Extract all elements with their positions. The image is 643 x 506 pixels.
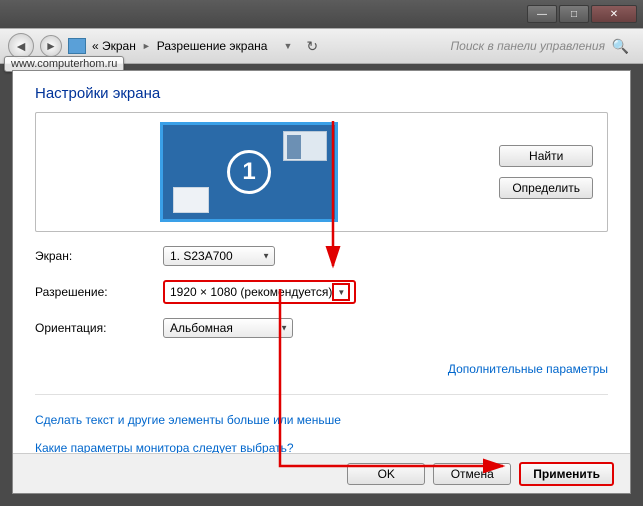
search-icon[interactable]: 🔍 bbox=[612, 38, 629, 55]
find-button[interactable]: Найти bbox=[499, 145, 593, 167]
control-panel-icon bbox=[68, 38, 86, 54]
search-input[interactable]: Поиск в панели управления bbox=[450, 39, 635, 53]
close-button[interactable]: ✕ bbox=[591, 5, 637, 23]
window-titlebar: — □ ✕ bbox=[0, 0, 643, 28]
apply-button[interactable]: Применить bbox=[519, 462, 614, 486]
monitor-number-badge: 1 bbox=[227, 150, 271, 194]
chevron-down-icon[interactable]: ▼ bbox=[332, 283, 350, 301]
breadcrumb-dropdown-icon[interactable]: ▼ bbox=[283, 41, 292, 51]
minimize-icon: — bbox=[537, 9, 547, 20]
breadcrumb-segment-resolution[interactable]: Разрешение экрана bbox=[157, 39, 268, 53]
cancel-button[interactable]: Отмена bbox=[433, 463, 511, 485]
nav-forward-button[interactable]: ► bbox=[40, 35, 62, 57]
monitor-preview[interactable]: 1 bbox=[160, 122, 338, 222]
arrow-left-icon: ◄ bbox=[14, 38, 28, 54]
resolution-label: Разрешение: bbox=[35, 285, 163, 299]
orientation-label: Ориентация: bbox=[35, 321, 163, 335]
breadcrumb-segment-screen[interactable]: « Экран bbox=[92, 39, 136, 53]
maximize-icon: □ bbox=[571, 9, 577, 20]
chevron-down-icon: ▼ bbox=[262, 252, 270, 261]
text-size-link[interactable]: Сделать текст и другие элементы больше и… bbox=[35, 413, 341, 427]
screen-label: Экран: bbox=[35, 249, 163, 263]
screen-combobox[interactable]: 1. S23A700 ▼ bbox=[163, 246, 275, 266]
breadcrumb-separator-icon: ► bbox=[142, 41, 151, 51]
monitor-layout-box: 1 Найти Определить bbox=[35, 112, 608, 232]
minimize-button[interactable]: — bbox=[527, 5, 557, 23]
resolution-combobox[interactable]: 1920 × 1080 (рекомендуется) ▼ bbox=[163, 280, 356, 304]
close-icon: ✕ bbox=[610, 9, 618, 20]
preview-window-icon bbox=[283, 131, 327, 161]
refresh-icon: ↻ bbox=[306, 38, 318, 54]
maximize-button[interactable]: □ bbox=[559, 5, 589, 23]
preview-window-icon bbox=[173, 187, 209, 213]
advanced-parameters-link[interactable]: Дополнительные параметры bbox=[448, 362, 608, 376]
page-title: Настройки экрана bbox=[35, 85, 608, 102]
detect-button[interactable]: Определить bbox=[499, 177, 593, 199]
ok-button[interactable]: OK bbox=[347, 463, 425, 485]
resolution-value: 1920 × 1080 (рекомендуется) bbox=[170, 285, 332, 299]
chevron-down-icon: ▼ bbox=[280, 324, 288, 333]
screen-value: 1. S23A700 bbox=[170, 249, 233, 263]
orientation-combobox[interactable]: Альбомная ▼ bbox=[163, 318, 293, 338]
breadcrumb[interactable]: « Экран ► Разрешение экрана ▼ bbox=[92, 39, 292, 53]
arrow-right-icon: ► bbox=[45, 39, 57, 53]
orientation-value: Альбомная bbox=[170, 321, 233, 335]
content-panel: Настройки экрана 1 Найти Определить Экра… bbox=[12, 70, 631, 494]
dialog-footer: OK Отмена Применить bbox=[13, 453, 630, 493]
refresh-button[interactable]: ↻ bbox=[306, 38, 318, 55]
